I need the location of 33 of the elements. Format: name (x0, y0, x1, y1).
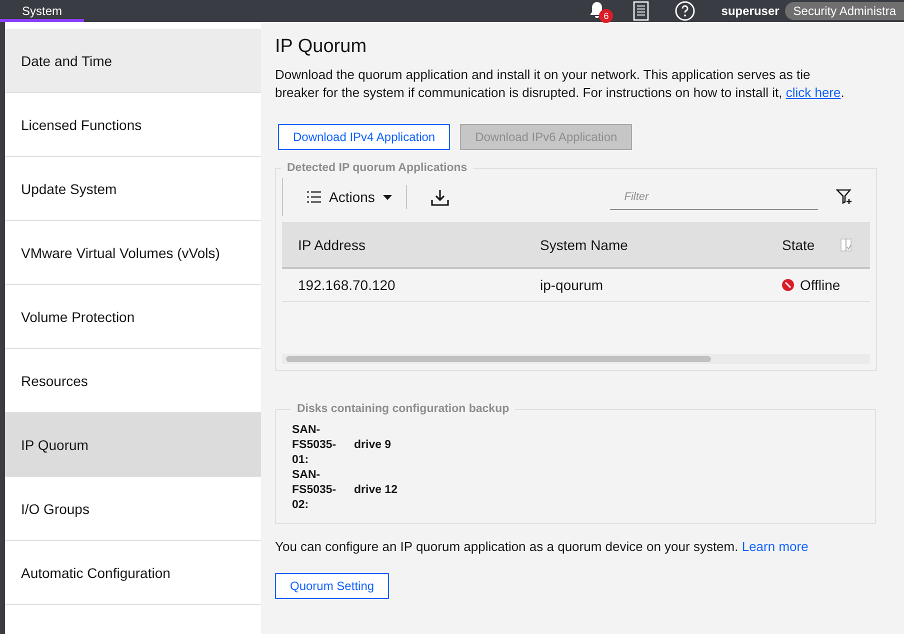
document-icon[interactable] (633, 1, 650, 21)
role-badge: Security Administra (785, 2, 904, 20)
help-icon[interactable] (675, 1, 696, 21)
download-button[interactable]: Download IPv4 Application (278, 124, 450, 150)
quorum-setting-button[interactable]: Quorum Setting (275, 573, 390, 599)
download-icon[interactable] (430, 188, 449, 206)
drive-name: drive 9 (354, 438, 392, 453)
column-header[interactable]: State (782, 236, 840, 252)
table-cell: Offline (800, 277, 840, 293)
group-legend: Detected IP quorum Applications (281, 162, 474, 174)
sidebar-item[interactable]: IP Quorum (5, 413, 261, 477)
description-text: Download the quorum application and install it on your network. This application serves as tie breaker for the system if communication is disrupted. For instructions on how to install it, click here. (275, 66, 846, 102)
caret-icon (382, 194, 392, 200)
actions-button[interactable]: Actions (283, 185, 407, 209)
add-filter-icon[interactable] (836, 189, 852, 205)
drive-name: drive 12 (354, 483, 398, 498)
filter-field[interactable]: Filter (610, 184, 818, 210)
table-cell-text: 192.168.70.120 (298, 277, 396, 293)
click-here-link[interactable]: click here (786, 85, 841, 100)
page-title: IP Quorum (275, 36, 368, 58)
learn-more-link[interactable]: Learn more (742, 539, 808, 554)
user-name: superuser (721, 4, 780, 18)
table-cell-text: ip-qourum (540, 277, 604, 293)
horizontal-scrollbar[interactable] (282, 354, 870, 364)
list-icon (307, 191, 321, 203)
group-legend: Disks containing configuration backup (291, 403, 516, 415)
note-text: You can configure an IP quorum application as a quorum device on your system. Learn more (275, 538, 810, 556)
column-header[interactable]: System Name (540, 236, 782, 252)
column-header[interactable]: IP Address (298, 236, 540, 252)
notification-count: 6 (599, 9, 614, 23)
system-name: SAN-FS5035-01: (292, 423, 338, 468)
system-name: SAN-FS5035-02: (292, 468, 338, 513)
sidebar-item[interactable]: Date and Time (5, 29, 261, 93)
